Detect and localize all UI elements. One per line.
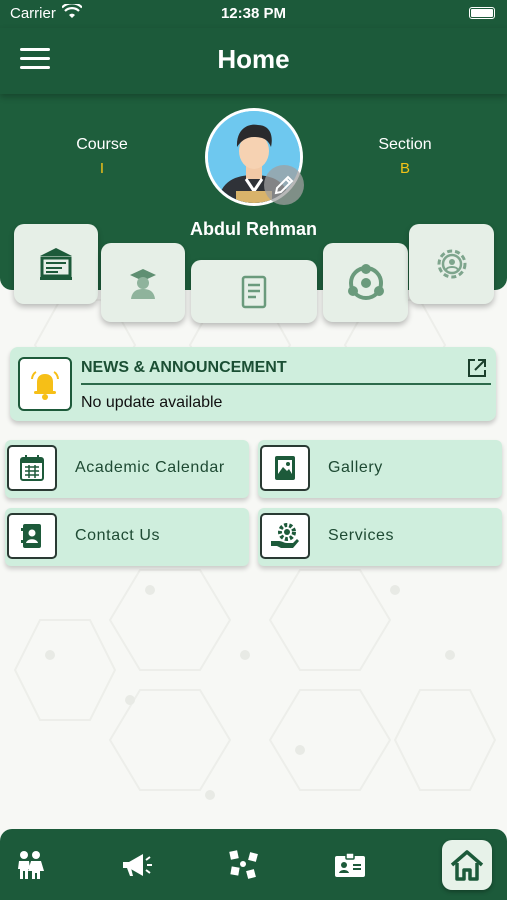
course-value: I <box>99 160 105 177</box>
home-icon <box>450 850 484 881</box>
gallery-icon <box>275 456 295 480</box>
id-card-icon <box>335 852 365 877</box>
section-value: B <box>399 160 410 177</box>
section-info: Section B <box>335 136 475 177</box>
tile-graduate[interactable] <box>101 243 185 322</box>
news-icon-box <box>18 357 72 411</box>
menu-label: Academic Calendar <box>75 459 225 476</box>
menu-gallery[interactable]: Gallery <box>258 440 502 498</box>
edit-profile-icon[interactable] <box>264 165 304 205</box>
students-icon <box>18 851 44 879</box>
page-title: Home <box>217 44 290 74</box>
bell-icon <box>31 371 59 400</box>
course-label: Course <box>76 136 128 153</box>
clock: 12:38 PM <box>220 5 287 22</box>
calendar-icon <box>20 455 44 481</box>
report-icon <box>241 275 267 308</box>
menu-academic-calendar[interactable]: Academic Calendar <box>5 440 249 498</box>
news-announcement-card[interactable]: NEWS & ANNOUNCEMENT No update available <box>10 347 496 421</box>
services-icon <box>271 523 299 548</box>
menu-label: Services <box>328 527 395 544</box>
news-divider <box>81 383 491 385</box>
news-title: NEWS & ANNOUNCEMENT <box>81 359 287 376</box>
nav-students[interactable] <box>10 847 50 883</box>
section-label: Section <box>378 136 432 153</box>
nav-announcements[interactable] <box>116 847 156 883</box>
menu-services[interactable]: Services <box>258 508 502 566</box>
battery-icon <box>469 7 495 19</box>
contact-book-icon <box>21 524 41 548</box>
news-text: No update available <box>81 394 223 411</box>
menu-label: Gallery <box>328 459 383 476</box>
status-bar: Carrier 12:38 PM <box>0 0 507 28</box>
classroom-icon <box>40 248 72 280</box>
external-link-icon[interactable] <box>466 357 488 379</box>
tile-settings[interactable] <box>409 224 494 304</box>
bottom-navigation <box>0 829 507 900</box>
menu-contact-us[interactable]: Contact Us <box>5 508 249 566</box>
nav-activities[interactable] <box>224 847 264 883</box>
megaphone-icon <box>123 854 152 876</box>
graduate-icon <box>130 268 156 299</box>
teamwork-icon <box>347 263 384 300</box>
course-info: Course I <box>32 136 172 177</box>
app-header: Home <box>0 28 507 94</box>
tile-report[interactable] <box>191 260 317 323</box>
settings-icon <box>437 249 466 279</box>
menu-label: Contact Us <box>75 527 161 544</box>
nav-home[interactable] <box>442 840 492 890</box>
nav-id-card[interactable] <box>330 847 370 883</box>
tile-classroom[interactable] <box>14 224 98 304</box>
tile-teamwork[interactable] <box>323 243 408 322</box>
activities-icon <box>229 850 258 879</box>
